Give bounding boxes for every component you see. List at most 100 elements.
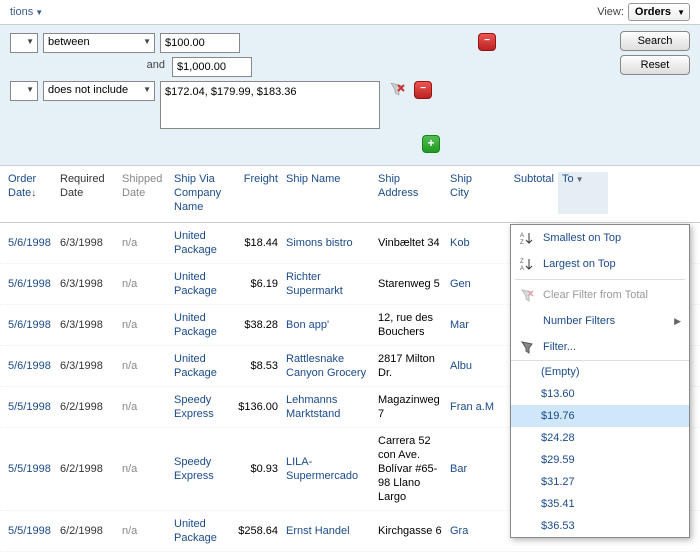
filter-operator-select-1[interactable]: between: [43, 33, 155, 53]
cell-ship-via[interactable]: United Package: [170, 352, 230, 380]
col-order-date[interactable]: Order Date↓: [4, 172, 56, 214]
menu-clear-label: Clear Filter from Total: [543, 289, 648, 301]
filter-value-option[interactable]: $31.27: [511, 471, 689, 493]
cell-ship-city[interactable]: Fran a.M: [446, 400, 498, 414]
menu-smallest-on-top[interactable]: AZ Smallest on Top: [511, 225, 689, 251]
cell-ship-address: Starenweg 5: [374, 277, 446, 291]
cell-shipped-date: n/a: [118, 318, 170, 332]
remove-filter-2-button[interactable]: −: [414, 81, 432, 99]
cell-required-date: 6/3/1998: [56, 277, 118, 291]
col-freight[interactable]: Freight: [230, 172, 282, 214]
sort-asc-icon: AZ: [519, 230, 535, 246]
cell-ship-address: 12, rue des Bouchers: [374, 311, 446, 339]
filter-value-option[interactable]: $13.60: [511, 383, 689, 405]
cell-freight: $136.00: [230, 400, 282, 414]
cell-ship-address: Carrera 52 con Ave. Bolívar #65-98 Llano…: [374, 434, 446, 504]
sort-desc-icon: ZA: [519, 256, 535, 272]
cell-freight: $18.44: [230, 236, 282, 250]
cell-ship-name[interactable]: LILA-Supermercado: [282, 455, 374, 483]
filter-field-select-2[interactable]: [10, 81, 38, 101]
cell-ship-via[interactable]: United Package: [170, 229, 230, 257]
filter-value-option[interactable]: $29.59: [511, 449, 689, 471]
cell-ship-name[interactable]: Bon app': [282, 318, 374, 332]
col-ship-via[interactable]: Ship Via Company Name: [170, 172, 230, 214]
col-ship-city[interactable]: Ship City: [446, 172, 498, 214]
filter-value-option[interactable]: $24.28: [511, 427, 689, 449]
cell-order-date[interactable]: 5/5/1998: [4, 524, 56, 538]
filter-value2-input[interactable]: [172, 57, 252, 77]
cell-order-date[interactable]: 5/6/1998: [4, 318, 56, 332]
filter-value-textarea[interactable]: [160, 81, 380, 129]
cell-shipped-date: n/a: [118, 359, 170, 373]
cell-freight: $6.19: [230, 277, 282, 291]
cell-ship-city[interactable]: Bar: [446, 462, 498, 476]
cell-required-date: 6/3/1998: [56, 236, 118, 250]
col-total[interactable]: To▼: [558, 172, 608, 214]
filter-operator-select-2[interactable]: does not include: [43, 81, 155, 101]
menu-largest-label: Largest on Top: [543, 258, 616, 270]
cell-ship-name[interactable]: Ernst Handel: [282, 524, 374, 538]
cell-shipped-date: n/a: [118, 236, 170, 250]
col-total-label: To: [562, 173, 574, 185]
menu-number-filters[interactable]: Number Filters: [511, 308, 689, 334]
cell-order-date[interactable]: 5/5/1998: [4, 400, 56, 414]
filter-icon: [519, 339, 535, 355]
cell-ship-city[interactable]: Albu: [446, 359, 498, 373]
view-select[interactable]: Orders: [628, 3, 690, 21]
menu-number-filters-label: Number Filters: [543, 315, 615, 327]
and-label: and: [10, 57, 167, 73]
filter-value-empty[interactable]: (Empty): [511, 361, 689, 383]
remove-filter-1-button[interactable]: −: [478, 33, 496, 51]
filter-value-option[interactable]: $35.41: [511, 493, 689, 515]
add-filter-button[interactable]: +: [422, 135, 440, 153]
filter-value1-input[interactable]: [160, 33, 240, 53]
column-context-menu: AZ Smallest on Top ZA Largest on Top Clear…: [510, 224, 690, 538]
cell-ship-name[interactable]: Rattlesnake Canyon Grocery: [282, 352, 374, 380]
cell-order-date[interactable]: 5/6/1998: [4, 236, 56, 250]
col-ship-address[interactable]: Ship Address: [374, 172, 446, 214]
view-value: Orders: [635, 6, 671, 18]
cell-ship-address: Kirchgasse 6: [374, 524, 446, 538]
cell-freight: $38.28: [230, 318, 282, 332]
cell-ship-via[interactable]: Speedy Express: [170, 455, 230, 483]
sort-desc-icon: ↓: [31, 188, 36, 199]
cell-ship-address: 2817 Milton Dr.: [374, 352, 446, 380]
cell-ship-name[interactable]: Lehmanns Marktstand: [282, 393, 374, 421]
clear-filter-icon[interactable]: [389, 81, 405, 97]
cell-order-date[interactable]: 5/6/1998: [4, 277, 56, 291]
search-button[interactable]: Search: [620, 31, 690, 51]
col-required-date[interactable]: Required Date: [56, 172, 118, 214]
menu-filter[interactable]: Filter...: [511, 334, 689, 360]
cell-required-date: 6/2/1998: [56, 462, 118, 476]
spacer-icon: [519, 313, 535, 329]
cell-ship-via[interactable]: Speedy Express: [170, 393, 230, 421]
cell-ship-city[interactable]: Mar: [446, 318, 498, 332]
cell-ship-name[interactable]: Simons bistro: [282, 236, 374, 250]
view-label: View:: [597, 6, 624, 18]
filter-value-option[interactable]: $19.76: [511, 405, 689, 427]
cell-order-date[interactable]: 5/5/1998: [4, 462, 56, 476]
filter-field-select-1[interactable]: [10, 33, 38, 53]
cell-ship-via[interactable]: United Package: [170, 270, 230, 298]
cell-ship-city[interactable]: Kob: [446, 236, 498, 250]
menu-smallest-label: Smallest on Top: [543, 232, 621, 244]
cell-ship-via[interactable]: United Package: [170, 311, 230, 339]
cell-required-date: 6/2/1998: [56, 400, 118, 414]
actions-label: tions: [10, 6, 33, 18]
col-shipped-date[interactable]: Shipped Date: [118, 172, 170, 214]
cell-ship-city[interactable]: Gen: [446, 277, 498, 291]
cell-ship-name[interactable]: Richter Supermarkt: [282, 270, 374, 298]
cell-order-date[interactable]: 5/6/1998: [4, 359, 56, 373]
cell-freight: $0.93: [230, 462, 282, 476]
cell-ship-address: Vinbæltet 34: [374, 236, 446, 250]
actions-menu-fragment[interactable]: tions▼: [10, 6, 43, 18]
svg-text:Z: Z: [520, 259, 524, 265]
filter-value-option[interactable]: $36.53: [511, 515, 689, 537]
filter-values-list[interactable]: (Empty) $13.60$19.76$24.28$29.59$31.27$3…: [511, 360, 689, 537]
menu-largest-on-top[interactable]: ZA Largest on Top: [511, 251, 689, 277]
col-subtotal[interactable]: Subtotal: [498, 172, 558, 214]
cell-ship-via[interactable]: United Package: [170, 517, 230, 545]
col-ship-name[interactable]: Ship Name: [282, 172, 374, 214]
reset-button[interactable]: Reset: [620, 55, 690, 75]
cell-ship-city[interactable]: Gra: [446, 524, 498, 538]
